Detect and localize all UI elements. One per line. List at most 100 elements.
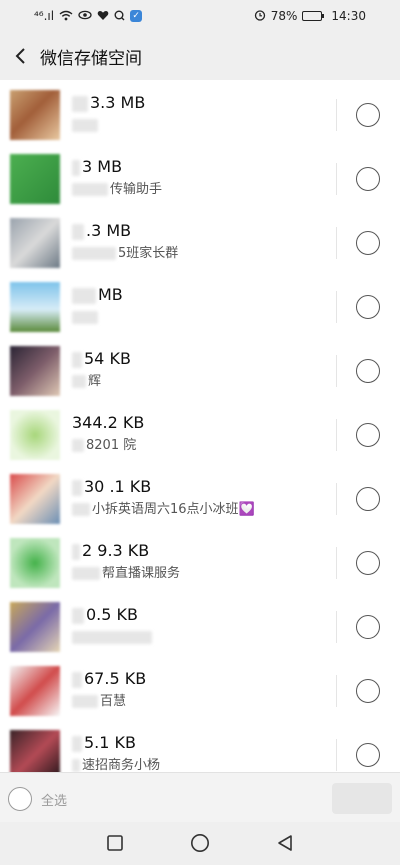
redaction-mask: [72, 287, 96, 304]
list-item[interactable]: 67.5 KB 百慧: [0, 659, 400, 723]
redaction-mask: [72, 759, 80, 772]
select-checkbox[interactable]: [356, 423, 380, 447]
eye-icon: [78, 10, 92, 22]
item-name: 8201 院: [72, 436, 330, 456]
item-info: 30 .1 KB 小拆英语周六16点小冰班💟: [72, 476, 330, 520]
redaction-mask: [72, 695, 98, 708]
back-nav-button[interactable]: [274, 832, 296, 854]
select-checkbox[interactable]: [356, 231, 380, 255]
list-item[interactable]: 54 KB 辉: [0, 339, 400, 403]
item-size-text: 3.3 MB: [90, 93, 146, 112]
list-item[interactable]: 3 MB 传输助手: [0, 147, 400, 211]
item-info: 54 KB 辉: [72, 348, 330, 392]
triangle-back-icon: [278, 835, 292, 851]
item-size-text: MB: [98, 285, 123, 304]
select-checkbox[interactable]: [356, 167, 380, 191]
select-all-checkbox[interactable]: [8, 787, 32, 811]
bottom-action-bar: 全选 删除: [0, 772, 400, 822]
item-name-text: 传输助手: [110, 182, 163, 197]
redaction-mask: [72, 479, 82, 496]
redaction-mask: [72, 159, 80, 176]
storage-list: 3.3 MB 3 MB 传输助手 .3 MB 5班家长群 MB 54 KB 辉 344.2 KB…: [0, 80, 400, 772]
item-size-text: .3 MB: [86, 221, 132, 240]
redaction-mask: [72, 119, 98, 132]
item-size-text: 54 KB: [84, 349, 131, 368]
status-icons-left: ⁴⁶.ıl ✓: [34, 9, 143, 23]
item-name: 5班家长群: [72, 244, 330, 264]
back-button[interactable]: [0, 32, 40, 80]
chevron-left-icon: [15, 48, 25, 64]
divider: [336, 675, 337, 707]
battery-icon: [302, 11, 325, 21]
avatar: [10, 666, 60, 716]
recent-apps-button[interactable]: [104, 832, 126, 854]
circle-icon: [191, 834, 209, 852]
item-info: 0.5 KB: [72, 604, 330, 648]
select-checkbox[interactable]: [356, 615, 380, 639]
list-item[interactable]: 5.1 KB 速招商务小杨: [0, 723, 400, 772]
avatar: [10, 346, 60, 396]
list-item[interactable]: .3 MB 5班家长群: [0, 211, 400, 275]
item-size: MB: [72, 284, 330, 306]
item-info: 2 9.3 KB 帮直播课服务: [72, 540, 330, 584]
list-item[interactable]: 344.2 KB 8201 院: [0, 403, 400, 467]
divider: [336, 227, 337, 259]
item-size: 5.1 KB: [72, 732, 330, 754]
item-size: 67.5 KB: [72, 668, 330, 690]
item-name: [72, 628, 330, 648]
list-item[interactable]: 3.3 MB: [0, 83, 400, 147]
select-checkbox[interactable]: [356, 295, 380, 319]
item-size: 2 9.3 KB: [72, 540, 330, 562]
select-checkbox[interactable]: [356, 103, 380, 127]
select-all-label[interactable]: 全选: [41, 790, 67, 809]
item-name: 速招商务小杨: [72, 756, 330, 772]
home-button[interactable]: [189, 832, 211, 854]
divider: [336, 419, 337, 451]
item-info: 67.5 KB 百慧: [72, 668, 330, 712]
avatar: [10, 474, 60, 524]
item-size: 3 MB: [72, 156, 330, 178]
square-icon: [107, 835, 123, 851]
item-info: .3 MB 5班家长群: [72, 220, 330, 264]
list-item[interactable]: 2 9.3 KB 帮直播课服务: [0, 531, 400, 595]
alarm-icon: [254, 9, 266, 23]
signal-icon: ⁴⁶.ıl: [34, 9, 55, 23]
list-item[interactable]: MB: [0, 275, 400, 339]
item-size: 54 KB: [72, 348, 330, 370]
item-name: [72, 116, 330, 136]
battery-percent: 78%: [270, 9, 298, 23]
divider: [336, 483, 337, 515]
avatar: [10, 154, 60, 204]
avatar: [10, 218, 60, 268]
item-size-text: 0.5 KB: [86, 605, 138, 624]
search-q-icon: [114, 10, 125, 23]
delete-button[interactable]: 删除: [332, 783, 392, 814]
clock: 14:30: [331, 9, 366, 23]
divider: [336, 163, 337, 195]
redaction-mask: [72, 631, 152, 644]
redaction-mask: [72, 351, 82, 368]
app-notification-icon: ✓: [130, 10, 143, 22]
select-checkbox[interactable]: [356, 551, 380, 575]
item-size: .3 MB: [72, 220, 330, 242]
select-checkbox[interactable]: [356, 743, 380, 767]
item-name: 百慧: [72, 692, 330, 712]
status-icons-right: 78% 14:30: [254, 9, 366, 23]
divider: [336, 547, 337, 579]
list-item[interactable]: 0.5 KB: [0, 595, 400, 659]
select-checkbox[interactable]: [356, 359, 380, 383]
item-info: 3 MB 传输助手: [72, 156, 330, 200]
item-name: 小拆英语周六16点小冰班💟: [72, 500, 330, 520]
list-item[interactable]: 30 .1 KB 小拆英语周六16点小冰班💟: [0, 467, 400, 531]
avatar: [10, 410, 60, 460]
system-nav-bar: [0, 822, 400, 865]
item-size-text: 5.1 KB: [84, 733, 136, 752]
select-checkbox[interactable]: [356, 679, 380, 703]
select-checkbox[interactable]: [356, 487, 380, 511]
redaction-mask: [72, 607, 84, 624]
heart-icon: [97, 10, 109, 23]
redaction-mask: [72, 671, 82, 688]
avatar: [10, 538, 60, 588]
item-info: 3.3 MB: [72, 92, 330, 136]
item-size: 344.2 KB: [72, 412, 330, 434]
